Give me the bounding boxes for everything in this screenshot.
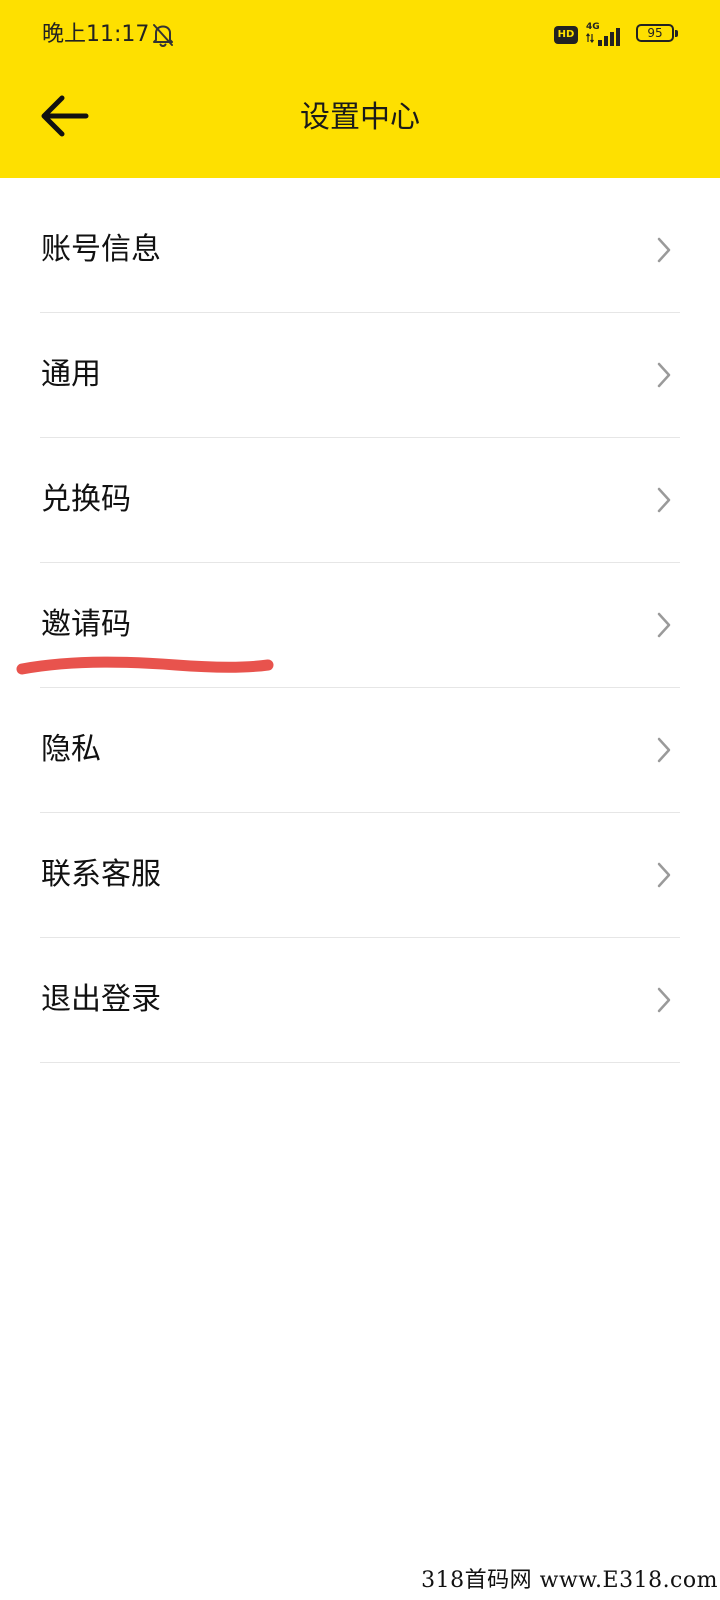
menu-item-customer-service[interactable]: 联系客服 — [0, 813, 720, 938]
back-button[interactable] — [30, 88, 100, 144]
menu-item-label: 通用 — [41, 357, 101, 392]
chevron-right-icon — [657, 987, 671, 1013]
chevron-right-icon — [657, 862, 671, 888]
watermark-text: 318首码网 www.E318.com — [421, 1568, 718, 1593]
menu-item-redeem-code[interactable]: 兑换码 — [0, 438, 720, 563]
status-bar: 晚上11:17 HD 4G 95 — [0, 0, 720, 70]
menu-item-label: 兑换码 — [41, 482, 131, 517]
hd-icon: HD — [554, 26, 578, 44]
battery-tip — [675, 30, 678, 37]
status-time: 晚上11:17 — [42, 22, 150, 47]
menu-item-account-info[interactable]: 账号信息 — [0, 188, 720, 313]
chevron-right-icon — [657, 737, 671, 763]
network-type-label: 4G — [586, 22, 600, 32]
menu-item-label: 联系客服 — [41, 857, 161, 892]
battery-icon: 95 — [636, 24, 678, 44]
menu-item-privacy[interactable]: 隐私 — [0, 688, 720, 813]
settings-menu: 账号信息 通用 兑换码 邀请码 隐私 联系客服 退出登录 — [0, 188, 720, 1063]
menu-item-label: 退出登录 — [41, 982, 161, 1017]
chevron-right-icon — [657, 237, 671, 263]
battery-level: 95 — [647, 26, 663, 40]
menu-item-logout[interactable]: 退出登录 — [0, 938, 720, 1063]
menu-item-label: 隐私 — [41, 732, 101, 767]
menu-item-invite-code[interactable]: 邀请码 — [0, 563, 720, 688]
bell-off-icon — [153, 24, 173, 48]
chevron-right-icon — [657, 487, 671, 513]
menu-item-general[interactable]: 通用 — [0, 313, 720, 438]
app-header: 晚上11:17 HD 4G 95 设置中心 — [0, 0, 720, 178]
chevron-right-icon — [657, 612, 671, 638]
signal-icon: 4G — [586, 22, 620, 46]
menu-item-label: 账号信息 — [41, 232, 161, 267]
menu-divider — [40, 1062, 680, 1063]
arrow-left-icon — [41, 95, 89, 137]
chevron-right-icon — [657, 362, 671, 388]
page-title: 设置中心 — [300, 100, 420, 135]
menu-item-label: 邀请码 — [41, 607, 131, 642]
